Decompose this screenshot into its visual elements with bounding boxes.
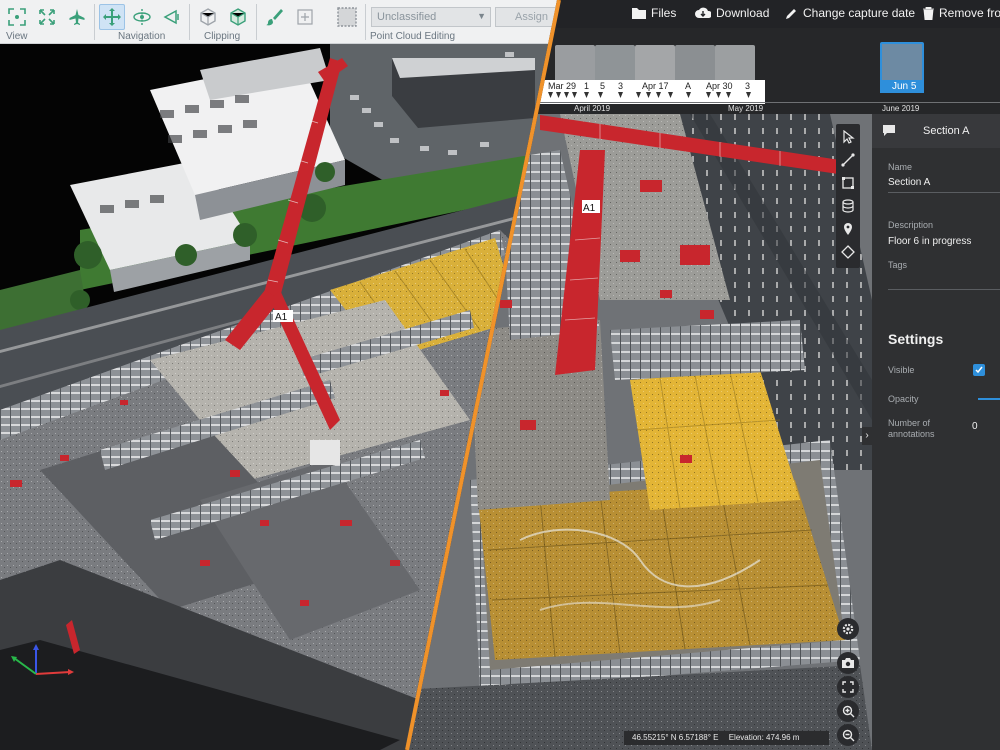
- files-label: Files: [651, 6, 677, 20]
- comment-icon: [883, 125, 895, 136]
- month-label-june: June 2019: [882, 104, 920, 113]
- visible-checkbox[interactable]: [973, 364, 985, 376]
- opacity-slider[interactable]: [978, 398, 1000, 400]
- trash-icon: [923, 6, 934, 20]
- files-button[interactable]: Files: [632, 6, 676, 20]
- expand-icon[interactable]: [34, 4, 60, 30]
- opacity-label: Opacity: [888, 394, 919, 404]
- measure-toolbar: [836, 124, 860, 268]
- name-label: Name: [888, 162, 913, 172]
- pan-move-icon[interactable]: [99, 4, 125, 30]
- point-cloud-toolbar: View Navigation Clipping Unclassified ▼ …: [0, 0, 557, 44]
- gear-icon: [842, 623, 854, 635]
- month-label-may: May 2019: [728, 104, 764, 113]
- timeline-axis: [540, 102, 1000, 103]
- svg-text:A1: A1: [583, 203, 596, 214]
- timeline-date[interactable]: Apr 30: [706, 81, 733, 91]
- settings-title: Settings: [888, 331, 944, 347]
- description-label: Description: [888, 220, 934, 230]
- svg-text:A1: A1: [275, 312, 288, 323]
- panel-title: Section A: [923, 125, 970, 137]
- annotations-label-continued: annotations: [888, 429, 935, 439]
- capture-thumbnail[interactable]: [635, 45, 675, 85]
- capture-thumbnail[interactable]: [555, 45, 595, 85]
- brush-icon[interactable]: [261, 4, 287, 30]
- month-label-april: April 2019: [574, 104, 611, 113]
- capture-toolbar: Files Download Change capture date Remov…: [540, 0, 1000, 28]
- polygon-select-icon[interactable]: [292, 4, 318, 30]
- folder-icon: [632, 8, 646, 19]
- classification-select[interactable]: Unclassified ▼: [371, 7, 491, 27]
- remove-button[interactable]: Remove from: [923, 6, 1000, 20]
- view-group-label: View: [6, 31, 28, 42]
- assign-button[interactable]: Assign: [495, 7, 557, 27]
- fullscreen-button[interactable]: [837, 676, 859, 698]
- fullscreen-icon: [842, 681, 854, 693]
- capture-thumbnail[interactable]: [595, 45, 635, 85]
- pointer-icon[interactable]: [839, 128, 857, 146]
- area-icon[interactable]: [839, 174, 857, 192]
- selected-capture-label[interactable]: Jun 5: [880, 80, 924, 93]
- annotations-label: Number of: [888, 418, 931, 428]
- orbit-icon[interactable]: [129, 4, 155, 30]
- location-pin-icon[interactable]: [839, 220, 857, 238]
- clipping-group-label: Clipping: [204, 31, 241, 42]
- change-capture-date-button[interactable]: Change capture date: [785, 6, 915, 20]
- timeline-date[interactable]: 3: [745, 81, 750, 91]
- capture-thumbnail[interactable]: [715, 45, 755, 85]
- viewport-controls: [836, 618, 860, 750]
- capture-thumbnail[interactable]: [675, 45, 715, 85]
- camera-icon: [842, 658, 854, 668]
- walk-icon[interactable]: [159, 4, 185, 30]
- download-label: Download: [716, 6, 770, 20]
- chevron-down-icon: ▼: [477, 11, 486, 21]
- coordinates-text: 46.55215° N 6.57188° E: [632, 733, 719, 742]
- change-capture-date-label: Change capture date: [803, 6, 916, 20]
- name-field[interactable]: Section A: [888, 177, 930, 188]
- timeline-date[interactable]: 5: [600, 81, 605, 91]
- timeline-date[interactable]: 3: [618, 81, 623, 91]
- tags-label: Tags: [888, 260, 908, 270]
- screenshot-button[interactable]: [837, 652, 859, 674]
- pencil-icon: [786, 8, 796, 19]
- name-field-underline: [888, 192, 1000, 193]
- box-clip-icon[interactable]: [195, 4, 221, 30]
- volume-icon[interactable]: [839, 197, 857, 215]
- remove-label: Remove from: [939, 6, 1000, 20]
- elevation-text: Elevation: 474.96 m: [728, 733, 800, 742]
- axis-gizmo-icon: [11, 644, 74, 675]
- fit-view-icon[interactable]: [4, 4, 30, 30]
- screenshot-root: A1 View Navigation Clipping Unclassified…: [0, 0, 1000, 750]
- zoom-in-button[interactable]: [837, 700, 859, 722]
- panel-header: Section A: [872, 114, 1000, 148]
- checkmark-icon: [975, 366, 983, 374]
- timeline-date[interactable]: 1: [584, 81, 589, 91]
- plane-icon[interactable]: [64, 4, 90, 30]
- timeline-date[interactable]: Mar 29: [548, 81, 576, 91]
- classification-select-value: Unclassified: [377, 11, 437, 23]
- timeline-date[interactable]: Apr 17: [642, 81, 669, 91]
- navigation-group-label: Navigation: [118, 31, 166, 42]
- timeline-date[interactable]: A: [685, 81, 691, 91]
- annotations-count: 0: [972, 421, 978, 432]
- collapse-panel-button[interactable]: ›: [862, 427, 872, 445]
- download-button[interactable]: Download: [695, 6, 769, 20]
- cube-clip-icon[interactable]: [225, 4, 251, 30]
- zoom-out-button[interactable]: [837, 724, 859, 746]
- coordinate-readout: 46.55215° N 6.57188° E Elevation: 474.96…: [624, 731, 829, 745]
- point-cloud-editing-group-label: Point Cloud Editing: [370, 31, 456, 42]
- rectangle-select-icon[interactable]: [334, 4, 360, 30]
- selected-capture-date: Jun 5: [892, 81, 917, 92]
- tags-field-underline[interactable]: [888, 289, 1000, 290]
- distance-icon[interactable]: [839, 151, 857, 169]
- zoom-in-icon: [842, 705, 854, 717]
- zoom-out-icon: [842, 729, 854, 741]
- description-field[interactable]: Floor 6 in progress: [888, 236, 971, 247]
- settings-gear-button[interactable]: [837, 618, 859, 640]
- diamond-icon[interactable]: [839, 243, 857, 261]
- visible-label: Visible: [888, 365, 915, 375]
- cloud-download-icon: [695, 7, 711, 18]
